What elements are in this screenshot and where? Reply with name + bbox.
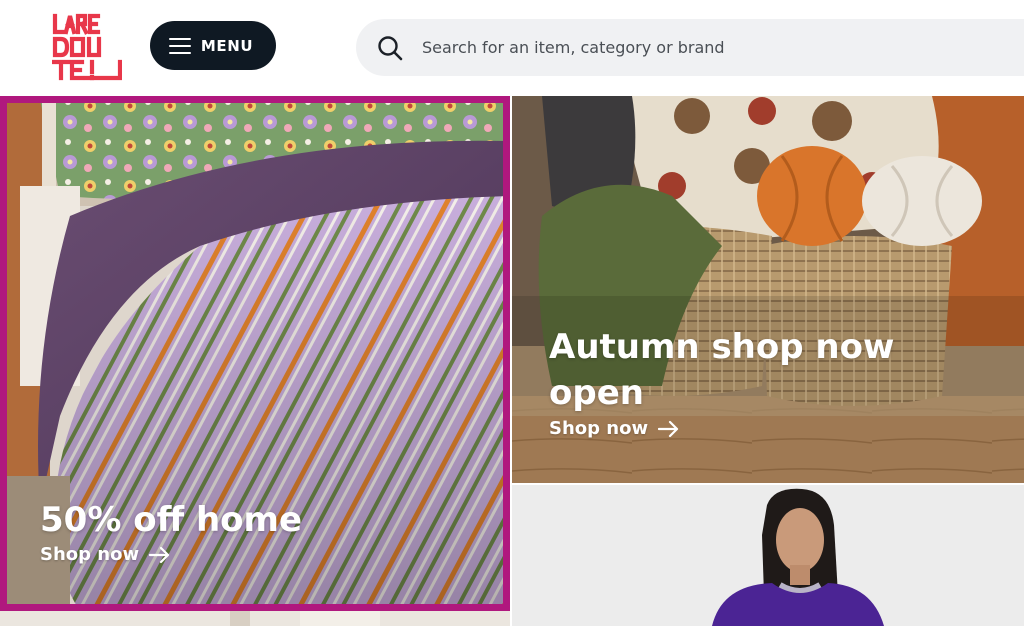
promo-tile-next[interactable]: [0, 611, 510, 626]
promo-home-shop-link[interactable]: Shop now: [40, 544, 171, 565]
search-bar[interactable]: [356, 19, 1024, 76]
shop-now-label: Shop now: [40, 544, 140, 565]
la-redoute-logo-icon: [51, 13, 123, 81]
promo-tile-home[interactable]: 50% off home Shop now: [0, 96, 510, 611]
arrow-right-icon: [658, 420, 679, 437]
hamburger-icon: [168, 37, 191, 54]
logo[interactable]: [51, 12, 123, 82]
model-photo: [512, 485, 1024, 626]
site-header: MENU: [0, 0, 1024, 96]
promo-autumn-title: Autumn shop now open: [549, 327, 895, 413]
next-tile-photo: [0, 611, 510, 626]
shop-now-label: Shop now: [549, 418, 649, 439]
menu-label: MENU: [200, 36, 254, 55]
arrow-right-icon: [149, 546, 170, 563]
promo-home-title: 50% off home: [40, 500, 303, 540]
search-input[interactable]: [420, 37, 944, 58]
promo-tile-fashion[interactable]: [512, 485, 1024, 626]
search-icon[interactable]: [376, 34, 404, 62]
promo-autumn-shop-link[interactable]: Shop now: [549, 418, 680, 439]
promo-tile-autumn[interactable]: Autumn shop now open Shop now: [512, 96, 1024, 483]
menu-button[interactable]: MENU: [150, 21, 276, 70]
